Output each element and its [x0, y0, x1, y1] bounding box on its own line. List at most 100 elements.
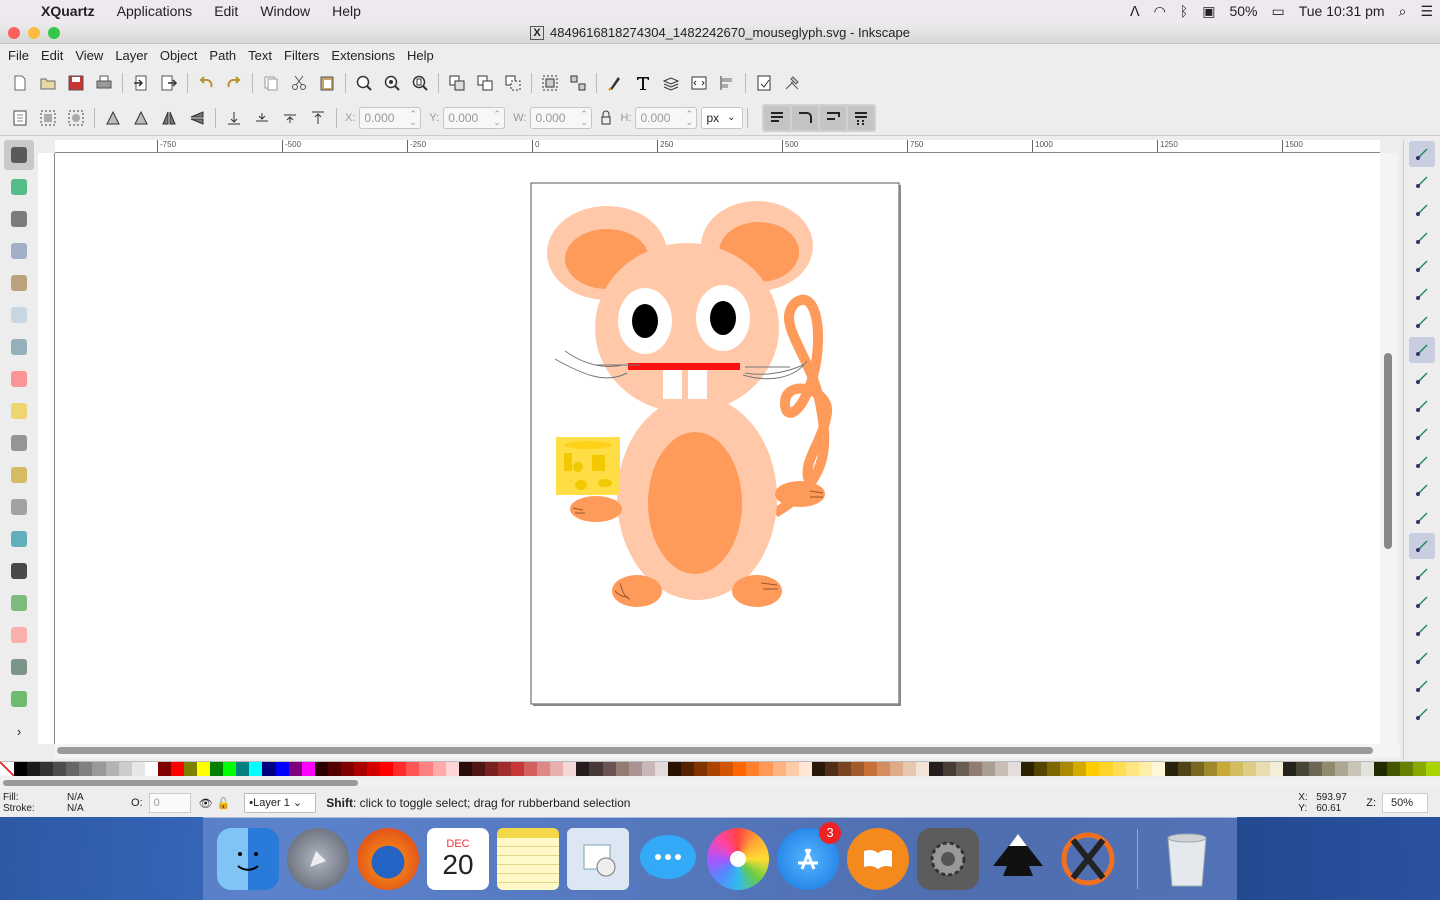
menu-window[interactable]: Window	[249, 3, 321, 19]
preview-icon[interactable]	[567, 828, 629, 890]
menu-extensions[interactable]: Extensions	[325, 48, 401, 63]
snap-toggle-icon[interactable]	[1409, 701, 1435, 727]
color-swatch[interactable]	[837, 762, 851, 776]
color-swatch[interactable]	[144, 762, 158, 776]
color-swatch[interactable]	[223, 762, 237, 776]
select-all-layers-icon[interactable]	[34, 104, 62, 132]
spiral-tool-icon[interactable]	[4, 428, 34, 458]
clone-icon[interactable]	[471, 69, 499, 97]
color-swatch[interactable]	[1243, 762, 1257, 776]
align-distribute-icon[interactable]	[713, 69, 741, 97]
snap-toggle-icon[interactable]	[1409, 617, 1435, 643]
color-swatch[interactable]	[249, 762, 263, 776]
layer-select[interactable]: •Layer 1 ⌄	[244, 793, 317, 813]
flip-horizontal-icon[interactable]	[155, 104, 183, 132]
color-swatch[interactable]	[981, 762, 995, 776]
color-swatch[interactable]	[354, 762, 368, 776]
color-swatch[interactable]	[484, 762, 498, 776]
color-swatch[interactable]	[1112, 762, 1126, 776]
text-font-icon[interactable]	[629, 69, 657, 97]
color-swatch[interactable]	[1230, 762, 1244, 776]
cut-icon[interactable]	[285, 69, 313, 97]
lower-icon[interactable]	[248, 104, 276, 132]
menu-applications[interactable]: Applications	[106, 3, 204, 19]
color-swatch[interactable]	[340, 762, 355, 776]
menu-path[interactable]: Path	[203, 48, 242, 63]
duplicate-icon[interactable]	[443, 69, 471, 97]
move-patterns-icon[interactable]	[848, 105, 875, 130]
color-swatch[interactable]	[27, 762, 41, 776]
y-coordinate-input[interactable]: 0.000	[443, 106, 506, 129]
color-swatch[interactable]	[1387, 762, 1401, 776]
color-swatch[interactable]	[537, 762, 551, 776]
color-swatch[interactable]	[14, 762, 28, 776]
color-swatch[interactable]	[1125, 762, 1139, 776]
color-swatch[interactable]	[694, 762, 708, 776]
color-swatch[interactable]	[184, 762, 198, 776]
color-swatch[interactable]	[1361, 762, 1375, 776]
color-swatch[interactable]	[53, 762, 67, 776]
color-swatch[interactable]	[131, 762, 145, 776]
color-swatch[interactable]	[458, 762, 472, 776]
color-swatch[interactable]	[903, 762, 917, 776]
measure-tool-icon[interactable]	[4, 268, 34, 298]
x-coordinate-input[interactable]: 0.000	[359, 106, 422, 129]
export-icon[interactable]	[155, 69, 183, 97]
color-swatch[interactable]	[510, 762, 525, 776]
trash-icon[interactable]	[1156, 828, 1218, 890]
color-swatch[interactable]	[170, 762, 185, 776]
color-swatch[interactable]	[157, 762, 171, 776]
color-swatch[interactable]	[1086, 762, 1100, 776]
color-swatch[interactable]	[1191, 762, 1205, 776]
color-swatch[interactable]	[550, 762, 564, 776]
color-swatch[interactable]	[654, 762, 668, 776]
color-swatch[interactable]	[707, 762, 721, 776]
color-swatch[interactable]	[236, 762, 250, 776]
text-tool-icon[interactable]	[4, 556, 34, 586]
zoom-selection-icon[interactable]	[350, 69, 378, 97]
flip-vertical-icon[interactable]	[183, 104, 211, 132]
color-swatch[interactable]	[314, 762, 328, 776]
calendar-icon[interactable]: DEC 20	[427, 828, 489, 890]
rotate-cw-icon[interactable]	[127, 104, 155, 132]
color-swatch[interactable]	[497, 762, 511, 776]
menu-text[interactable]: Text	[242, 48, 278, 63]
opacity-input[interactable]: 0	[148, 793, 191, 813]
color-swatch[interactable]	[1308, 762, 1322, 776]
unit-select[interactable]: px ⌄	[701, 106, 744, 129]
battery-icon[interactable]: ▭	[1264, 3, 1291, 20]
color-swatch[interactable]	[1047, 762, 1061, 776]
import-icon[interactable]	[127, 69, 155, 97]
rectangle-tool-icon[interactable]	[4, 300, 34, 330]
color-swatch[interactable]	[1073, 762, 1087, 776]
close-window-button[interactable]	[8, 27, 20, 39]
snap-toggle-icon[interactable]	[1409, 589, 1435, 615]
color-swatch[interactable]	[1426, 762, 1440, 776]
notes-icon[interactable]	[497, 828, 559, 890]
color-swatch[interactable]	[602, 762, 616, 776]
color-swatch[interactable]	[1138, 762, 1152, 776]
menu-help[interactable]: Help	[321, 3, 372, 19]
color-swatch[interactable]	[1400, 762, 1414, 776]
launchpad-icon[interactable]	[287, 828, 349, 890]
open-file-icon[interactable]	[34, 69, 62, 97]
spotlight-search-icon[interactable]: ⌕	[1392, 3, 1414, 20]
horizontal-scrollbar[interactable]	[55, 744, 1400, 758]
color-swatch[interactable]	[288, 762, 302, 776]
color-swatch[interactable]	[197, 762, 211, 776]
color-swatch[interactable]	[1413, 762, 1427, 776]
ellipse-tool-icon[interactable]	[4, 364, 34, 394]
snap-toggle-icon[interactable]	[1409, 645, 1435, 671]
minimize-window-button[interactable]	[28, 27, 40, 39]
color-swatch[interactable]	[667, 762, 681, 776]
color-swatch[interactable]	[1164, 762, 1178, 776]
color-swatch[interactable]	[380, 762, 394, 776]
snap-toggle-icon[interactable]	[1409, 421, 1435, 447]
raise-icon[interactable]	[276, 104, 304, 132]
snap-toggle-icon[interactable]	[1409, 225, 1435, 251]
zoom-tool-icon[interactable]	[4, 236, 34, 266]
print-icon[interactable]	[90, 69, 118, 97]
color-swatch[interactable]	[524, 762, 538, 776]
color-swatch[interactable]	[118, 762, 132, 776]
color-swatch[interactable]	[1099, 762, 1113, 776]
